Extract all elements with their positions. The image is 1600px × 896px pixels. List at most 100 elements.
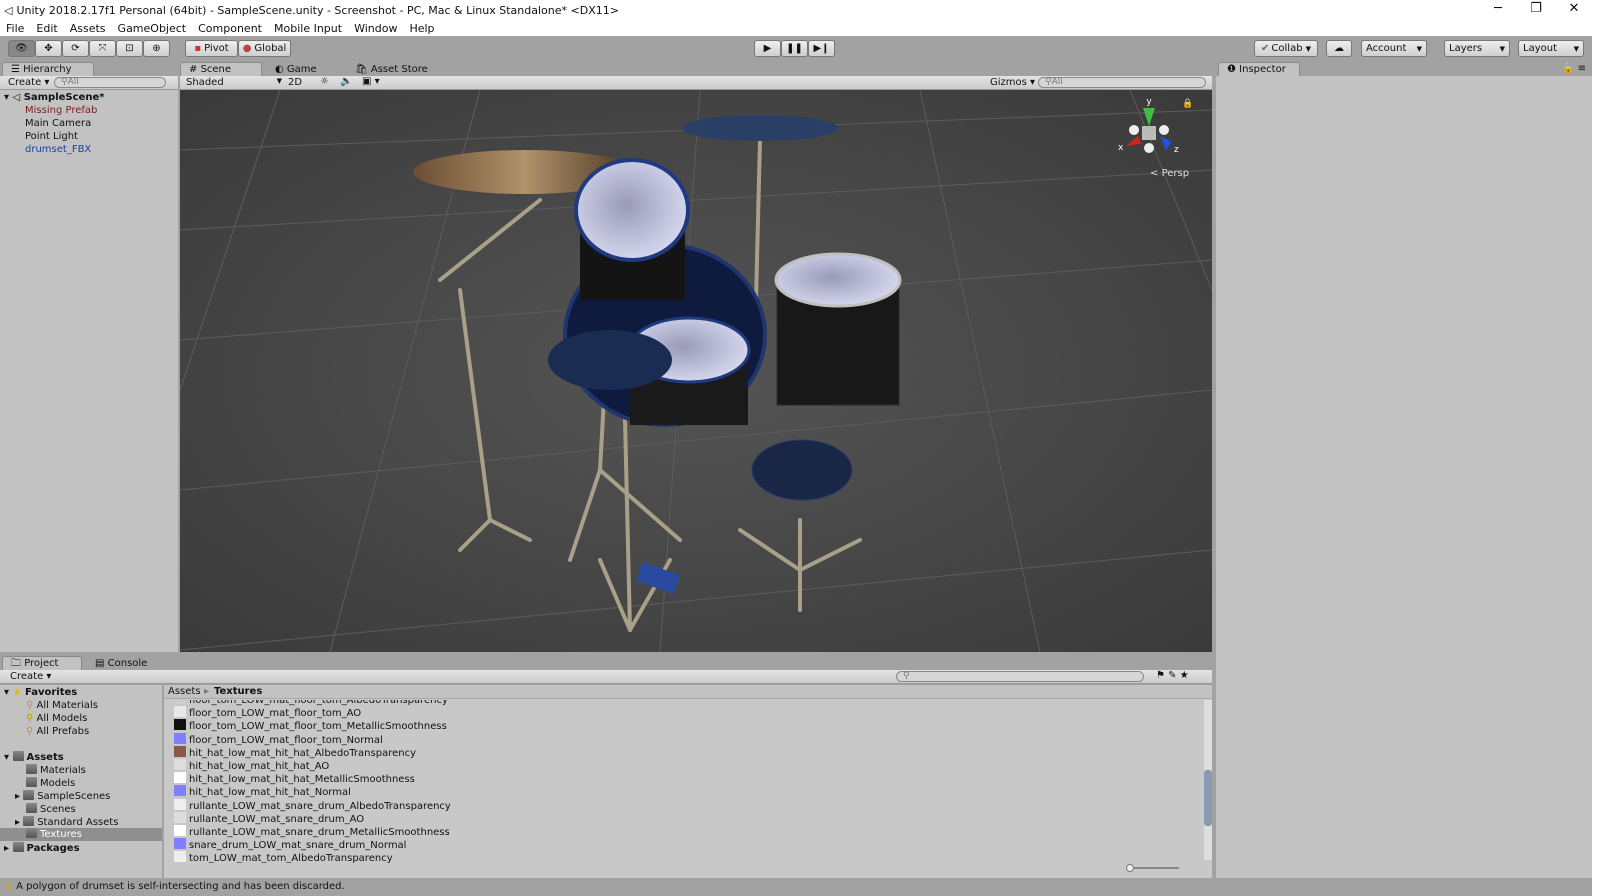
folder-samplescenes[interactable]: ▸ SampleScenes: [15, 790, 110, 802]
asset-list-scrollbar[interactable]: [1204, 700, 1212, 860]
tab-project[interactable]: 🗀 Project: [2, 656, 82, 670]
scale-tool-button[interactable]: ⤧: [89, 40, 116, 57]
window-title: Unity 2018.2.17f1 Personal (64bit) - Sam…: [16, 3, 619, 17]
asset-file-name: hit_hat_low_mat_hit_hat_MetallicSmoothne…: [189, 774, 415, 786]
menu-help[interactable]: Help: [403, 22, 440, 35]
close-button[interactable]: ✕: [1556, 0, 1592, 18]
inspector-lock-icon[interactable]: 🔒 ≡: [1562, 63, 1586, 74]
effects-toggle-icon[interactable]: ▣ ▾: [362, 76, 380, 87]
favorites-header[interactable]: ▾ ★ Favorites: [4, 687, 77, 698]
layout-dropdown[interactable]: Layout ▼: [1518, 40, 1584, 57]
cloud-button[interactable]: ☁: [1326, 40, 1352, 57]
minimize-button[interactable]: ─: [1480, 0, 1516, 18]
folder-icon: [23, 790, 35, 800]
folder-standard-assets[interactable]: ▸ Standard Assets: [15, 816, 118, 828]
tab-scene[interactable]: # Scene: [180, 62, 262, 76]
global-button[interactable]: ● Global: [238, 40, 291, 57]
audio-toggle-icon[interactable]: 🔈: [340, 76, 352, 87]
account-dropdown[interactable]: Account ▼: [1361, 40, 1427, 57]
asset-file-item[interactable]: snare_drum_LOW_mat_snare_drum_Normal: [174, 838, 406, 851]
maximize-button[interactable]: ❐: [1518, 0, 1554, 18]
scrollbar-thumb[interactable]: [1204, 770, 1212, 826]
menu-gameobject[interactable]: GameObject: [112, 22, 193, 35]
menu-mobile-input[interactable]: Mobile Input: [268, 22, 348, 35]
asset-file-item[interactable]: floor_tom_LOW_mat_floor_tom_AO: [174, 706, 361, 719]
texture-thumbnail-icon: [174, 785, 186, 797]
folder-materials[interactable]: Materials: [26, 764, 86, 776]
hierarchy-create-button[interactable]: Create ▾: [8, 77, 49, 88]
asset-file-item[interactable]: floor_tom_LOW_mat_floor_tom_Normal: [174, 732, 383, 746]
filter-icons[interactable]: ⚑ ✎ ★: [1156, 670, 1189, 681]
rotate-tool-button[interactable]: ⟳: [62, 40, 89, 57]
gizmo-lock-icon[interactable]: 🔒: [1182, 98, 1193, 109]
collab-button[interactable]: ✔ Collab ▼: [1254, 40, 1318, 57]
asset-file-name: floor_tom_LOW_mat_floor_tom_Normal: [189, 734, 383, 746]
project-search-input[interactable]: ⚲: [896, 671, 1144, 682]
asset-file-item[interactable]: floor_tom_LOW_mat_floor_tom_MetallicSmoo…: [174, 719, 447, 732]
shading-mode-dropdown[interactable]: Shaded ▼: [186, 77, 282, 88]
folder-scenes[interactable]: Scenes: [26, 803, 76, 815]
gizmos-dropdown[interactable]: Gizmos ▾: [990, 77, 1035, 88]
favorite-all-prefabs[interactable]: ⚲ All Prefabs: [26, 726, 89, 737]
breadcrumb-assets[interactable]: Assets: [168, 686, 201, 697]
folder-textures[interactable]: Textures: [0, 828, 162, 841]
hierarchy-item-main-camera[interactable]: Main Camera: [25, 118, 91, 129]
asset-file-name: hit_hat_low_mat_hit_hat_AlbedoTransparen…: [189, 747, 416, 759]
tab-asset-store[interactable]: 🛍 Asset Store: [346, 62, 437, 76]
asset-file-item[interactable]: hit_hat_low_mat_hit_hat_AO: [174, 759, 329, 772]
tab-hierarchy[interactable]: ☰ Hierarchy: [2, 62, 94, 76]
toolbar: 👁 ✥ ⟳ ⤧ ⊡ ⊕ ▪ Pivot ● Global ▶ ❚❚ ▶❙ ✔ Coll…: [0, 36, 1592, 62]
asset-file-item[interactable]: hit_hat_low_mat_hit_hat_AlbedoTransparen…: [174, 745, 416, 759]
tab-inspector[interactable]: ❶ Inspector: [1218, 62, 1300, 76]
favorite-all-models[interactable]: ⚲ All Models: [26, 713, 87, 724]
layout-label: Layout: [1523, 43, 1557, 54]
folder-models[interactable]: Models: [26, 777, 75, 789]
cloud-icon: ☁: [1334, 43, 1344, 54]
icon-size-slider[interactable]: [1126, 864, 1179, 872]
asset-file-item[interactable]: tom_LOW_mat_tom_AlbedoTransparency: [174, 851, 393, 863]
2d-toggle[interactable]: 2D: [288, 77, 302, 88]
play-button[interactable]: ▶: [754, 40, 781, 57]
asset-file-item[interactable]: rullante_LOW_mat_snare_drum_MetallicSmoo…: [174, 825, 450, 838]
layers-label: Layers: [1449, 43, 1483, 54]
asset-file-item[interactable]: hit_hat_low_mat_hit_hat_MetallicSmoothne…: [174, 772, 415, 785]
project-create-button[interactable]: Create ▾: [10, 671, 51, 682]
menu-edit[interactable]: Edit: [30, 22, 63, 35]
inspector-panel: ❶ Inspector 🔒 ≡: [1216, 62, 1592, 896]
scene-root[interactable]: ▾ ◁ SampleScene*: [4, 92, 174, 103]
scale-icon: ⤧: [98, 43, 107, 54]
texture-thumbnail-icon: [174, 759, 186, 770]
lighting-toggle-icon[interactable]: ☼: [320, 76, 329, 87]
scene-viewport[interactable]: y x z 🔒 < Persp: [180, 90, 1212, 652]
step-button[interactable]: ▶❙: [808, 40, 835, 57]
layers-dropdown[interactable]: Layers ▼: [1444, 40, 1510, 57]
menu-window[interactable]: Window: [348, 22, 403, 35]
folder-icon: [12, 842, 24, 852]
scene-search-input[interactable]: ⚲All: [1038, 77, 1206, 88]
check-icon: ✔: [1261, 43, 1270, 54]
asset-file-item[interactable]: floor_tom_LOW_mat_floor_tom_AlbedoTransp…: [174, 700, 448, 706]
hierarchy-item-drumset[interactable]: drumset_FBX: [25, 144, 91, 155]
pivot-button[interactable]: ▪ Pivot: [185, 40, 238, 57]
projection-toggle[interactable]: < Persp: [1150, 168, 1189, 179]
tab-game[interactable]: ◐ Game: [266, 62, 326, 76]
hierarchy-item-point-light[interactable]: Point Light: [25, 131, 78, 142]
asset-file-item[interactable]: rullante_LOW_mat_snare_drum_AO: [174, 811, 364, 825]
tab-console[interactable]: ▤ Console: [86, 656, 156, 670]
menu-component[interactable]: Component: [192, 22, 268, 35]
hierarchy-item-missing-prefab[interactable]: Missing Prefab: [25, 105, 97, 116]
menu-file[interactable]: File: [0, 22, 30, 35]
favorite-all-materials[interactable]: ⚲ All Materials: [26, 700, 98, 711]
move-tool-button[interactable]: ✥: [35, 40, 62, 57]
status-bar[interactable]: ⚠ A polygon of drumset is self-intersect…: [0, 878, 1592, 896]
assets-folder[interactable]: ▾ Assets: [4, 751, 64, 763]
menu-assets[interactable]: Assets: [64, 22, 112, 35]
packages-folder[interactable]: ▸ Packages: [4, 842, 80, 854]
asset-file-item[interactable]: hit_hat_low_mat_hit_hat_Normal: [174, 785, 351, 798]
pause-button[interactable]: ❚❚: [781, 40, 808, 57]
transform-tool-button[interactable]: ⊕: [143, 40, 170, 57]
hierarchy-search-input[interactable]: ⚲All: [54, 77, 166, 88]
view-tool-button[interactable]: 👁: [8, 40, 35, 57]
asset-file-item[interactable]: rullante_LOW_mat_snare_drum_AlbedoTransp…: [174, 798, 451, 812]
rect-tool-button[interactable]: ⊡: [116, 40, 143, 57]
